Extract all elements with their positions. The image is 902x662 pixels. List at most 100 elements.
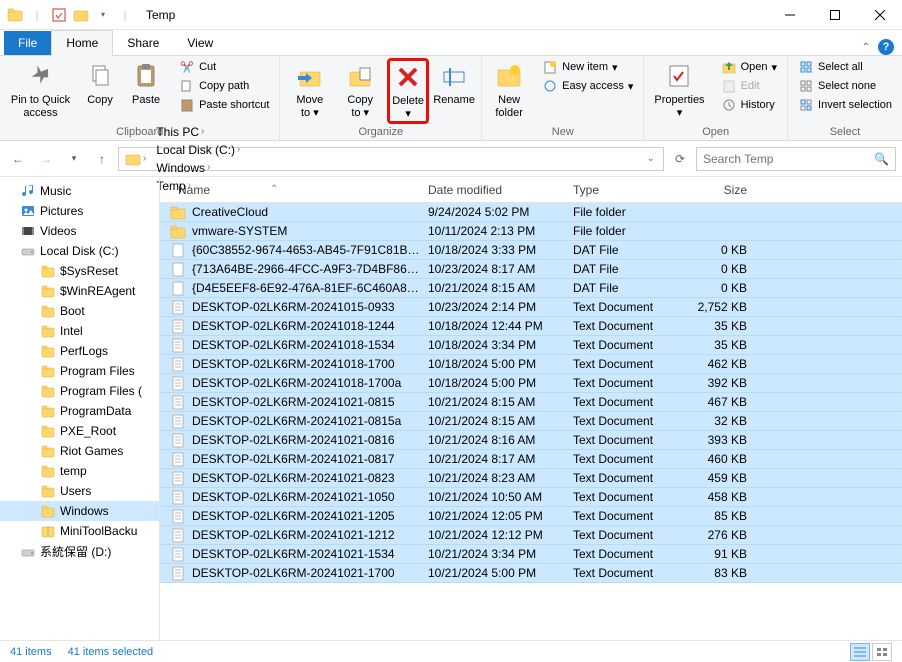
ribbon-collapse-icon[interactable]: ⌃ [862,42,870,53]
sidebar-item[interactable]: MiniToolBacku [0,521,159,541]
table-row[interactable]: vmware-SYSTEM10/11/2024 2:13 PMFile fold… [160,222,902,241]
table-row[interactable]: DESKTOP-02LK6RM-20241021-105010/21/2024 … [160,488,902,507]
new-item-button[interactable]: New item ▾ [538,58,637,76]
table-row[interactable]: DESKTOP-02LK6RM-20241015-093310/23/2024 … [160,298,902,317]
tab-share[interactable]: Share [113,31,173,55]
table-row[interactable]: DESKTOP-02LK6RM-20241021-120510/21/2024 … [160,507,902,526]
sidebar-item[interactable]: Program Files ( [0,381,159,401]
sidebar-item[interactable]: $WinREAgent [0,281,159,301]
close-button[interactable] [857,0,902,30]
breadcrumb-segment[interactable]: Local Disk (C:) › [152,141,244,159]
paste-button[interactable]: Paste [125,58,167,109]
table-row[interactable]: DESKTOP-02LK6RM-20241021-153410/21/2024 … [160,545,902,564]
select-all-button[interactable]: Select all [794,58,896,76]
table-row[interactable]: DESKTOP-02LK6RM-20241021-170010/21/2024 … [160,564,902,583]
tab-home[interactable]: Home [51,30,113,56]
delete-button[interactable]: Delete▾ [387,58,429,124]
sidebar-item[interactable]: Boot [0,301,159,321]
back-button[interactable]: ← [6,147,30,171]
open-button[interactable]: Open ▾ [717,58,781,76]
breadcrumb-segment[interactable]: This PC › [152,123,244,141]
paste-shortcut-button[interactable]: Paste shortcut [175,96,273,114]
folder-icon [40,323,56,339]
copy-button[interactable]: Copy [79,58,121,109]
search-input[interactable] [703,152,870,166]
sidebar-item[interactable]: Pictures [0,201,159,221]
folder-app-icon [6,6,24,24]
table-row[interactable]: {60C38552-9674-4653-AB45-7F91C81B60...10… [160,241,902,260]
forward-button[interactable]: → [34,147,58,171]
table-row[interactable]: DESKTOP-02LK6RM-20241021-081510/21/2024 … [160,393,902,412]
refresh-button[interactable]: ⟳ [668,147,692,171]
copy-path-button[interactable]: Copy path [175,77,273,95]
sidebar-item[interactable]: Intel [0,321,159,341]
table-row[interactable]: DESKTOP-02LK6RM-20241021-082310/21/2024 … [160,469,902,488]
up-button[interactable]: ↑ [90,147,114,171]
sidebar-item[interactable]: PerfLogs [0,341,159,361]
sidebar-item[interactable]: temp [0,461,159,481]
sidebar-item[interactable]: Music [0,181,159,201]
table-row[interactable]: DESKTOP-02LK6RM-20241018-153410/18/2024 … [160,336,902,355]
tab-view[interactable]: View [173,31,227,55]
sidebar-item[interactable]: Riot Games [0,441,159,461]
table-row[interactable]: DESKTOP-02LK6RM-20241021-121210/21/2024 … [160,526,902,545]
qat-dropdown-icon[interactable]: ▾ [94,6,112,24]
qat-properties-icon[interactable] [50,6,68,24]
move-to-button[interactable]: Move to ▾ [286,58,333,122]
sidebar-item[interactable]: Users [0,481,159,501]
column-type[interactable]: Type [565,179,680,201]
rename-button[interactable]: Rename [433,58,475,109]
table-row[interactable]: DESKTOP-02LK6RM-20241021-081610/21/2024 … [160,431,902,450]
table-row[interactable]: CreativeCloud9/24/2024 5:02 PMFile folde… [160,203,902,222]
pin-quick-access-button[interactable]: Pin to Quick access [6,58,75,122]
breadcrumb-dropdown[interactable]: ⌄ [641,153,661,164]
select-none-button[interactable]: Select none [794,77,896,95]
group-new-label: New [488,125,637,140]
edit-button[interactable]: Edit [717,77,781,95]
table-row[interactable]: DESKTOP-02LK6RM-20241018-124410/18/2024 … [160,317,902,336]
maximize-button[interactable] [812,0,857,30]
address-bar[interactable]: › This PC ›Local Disk (C:) ›Windows ›Tem… [118,147,664,171]
help-icon[interactable]: ? [878,39,894,55]
history-button[interactable]: History [717,96,781,114]
easy-access-button[interactable]: Easy access ▾ [538,77,637,95]
column-name[interactable]: Name⌃ [170,179,420,201]
sidebar-item[interactable]: $SysReset [0,261,159,281]
folder-icon [40,503,56,519]
sidebar-item[interactable]: Videos [0,221,159,241]
table-row[interactable]: DESKTOP-02LK6RM-20241018-170010/18/2024 … [160,355,902,374]
column-size[interactable]: Size [680,179,755,201]
sidebar-item[interactable]: Windows [0,501,159,521]
tree-sidebar[interactable]: MusicPicturesVideosLocal Disk (C:)$SysRe… [0,177,160,640]
column-date[interactable]: Date modified [420,179,565,201]
table-row[interactable]: DESKTOP-02LK6RM-20241021-081710/21/2024 … [160,450,902,469]
sidebar-item[interactable]: Local Disk (C:) [0,241,159,261]
new-folder-button[interactable]: New folder [488,58,530,122]
sidebar-item[interactable]: PXE_Root [0,421,159,441]
details-view-button[interactable] [850,643,870,661]
window-title: Temp [146,8,175,22]
sidebar-item[interactable]: ProgramData [0,401,159,421]
search-box[interactable]: 🔍 [696,147,896,171]
tab-file[interactable]: File [4,31,51,55]
table-row[interactable]: {713A64BE-2966-4FCC-A9F3-7D4BF8676...10/… [160,260,902,279]
table-row[interactable]: {D4E5EEF8-6E92-476A-81EF-6C460A875A...10… [160,279,902,298]
cut-button[interactable]: ✂️Cut [175,58,273,76]
copy-to-icon [344,60,376,92]
search-icon[interactable]: 🔍 [874,152,889,166]
sidebar-item[interactable]: 系統保留 (D:) [0,541,159,562]
table-row[interactable]: DESKTOP-02LK6RM-20241018-1700a10/18/2024… [160,374,902,393]
minimize-button[interactable] [767,0,812,30]
qat-newfolder-icon[interactable] [72,6,90,24]
table-row[interactable]: DESKTOP-02LK6RM-20241021-0815a10/21/2024… [160,412,902,431]
copy-to-button[interactable]: Copy to ▾ [337,58,383,122]
invert-selection-button[interactable]: Invert selection [794,96,896,114]
icons-view-button[interactable] [872,643,892,661]
folder-icon [40,483,56,499]
recent-dropdown[interactable]: ▾ [62,147,86,171]
sidebar-item[interactable]: Program Files [0,361,159,381]
properties-button[interactable]: Properties▾ [650,58,708,122]
breadcrumb-root-icon[interactable]: › [121,149,150,169]
doc-icon [170,280,186,296]
breadcrumb-segment[interactable]: Windows › [152,159,244,177]
